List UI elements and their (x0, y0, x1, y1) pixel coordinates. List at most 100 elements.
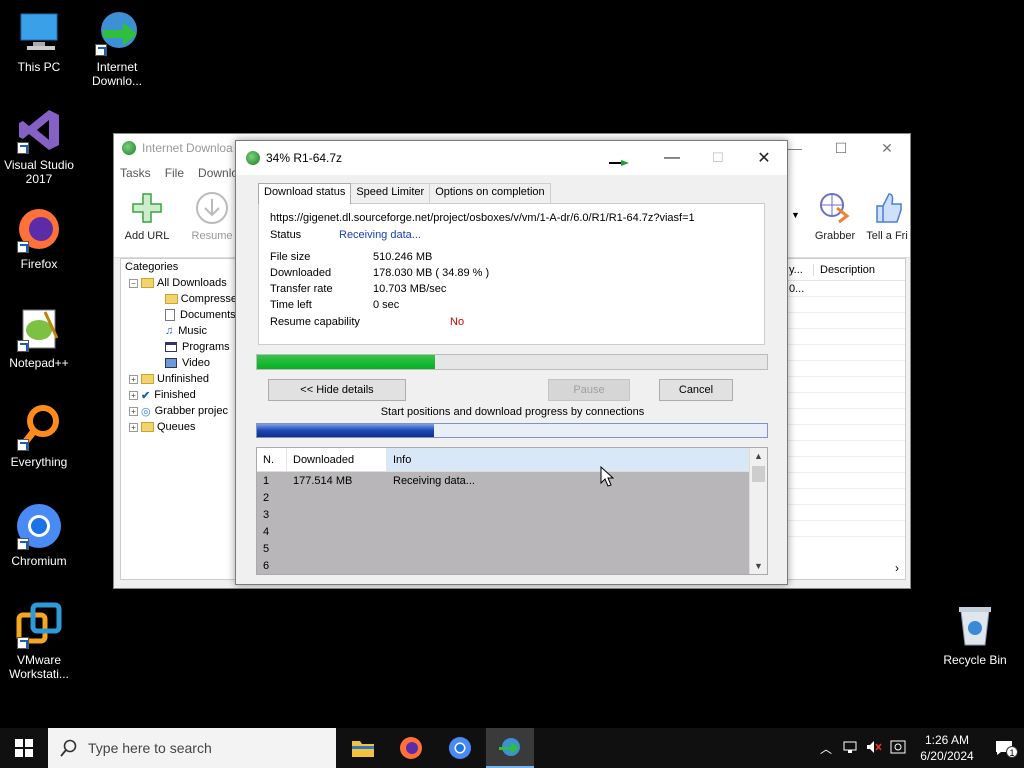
tab-speed-limiter[interactable]: Speed Limiter (350, 183, 431, 203)
close-button[interactable]: ✕ (864, 134, 910, 162)
category-documents[interactable]: Documents (121, 307, 237, 323)
taskbar-idm-active[interactable] (486, 728, 534, 768)
dialog-close-button[interactable]: ✕ (741, 141, 787, 175)
tab-options-on-completion[interactable]: Options on completion (429, 183, 551, 203)
taskbar-file-explorer[interactable] (339, 728, 387, 768)
category-queues[interactable]: + Queues (121, 419, 237, 435)
menu-downloads[interactable]: Downlo (198, 166, 238, 180)
table-row[interactable]: 5 (257, 540, 749, 557)
volume-muted-icon[interactable] (866, 740, 882, 757)
folder-icon (165, 294, 178, 304)
download-list-panel: y... Description 0... › (784, 258, 906, 580)
mouse-cursor-icon (600, 465, 615, 491)
category-unfinished[interactable]: + Unfinished (121, 371, 237, 387)
column-header-info[interactable]: Info (387, 448, 749, 471)
firefox-icon (400, 737, 422, 759)
desktop-icon-notepad-plus-plus[interactable]: Notepad++ (0, 304, 79, 370)
desktop-icon-label: This PC (17, 60, 61, 74)
transfer-rate-value: 10.703 MB/sec (373, 283, 447, 295)
desktop-icon-firefox[interactable]: Firefox (0, 205, 79, 271)
tab-download-status[interactable]: Download status (258, 183, 352, 204)
menu-file[interactable]: File (165, 166, 184, 180)
connections-progress-bar (256, 423, 768, 438)
vmware-icon (15, 601, 63, 649)
category-finished[interactable]: + ✔ Finished (121, 387, 237, 403)
scroll-down-arrow-icon[interactable]: ▼ (750, 558, 767, 574)
time-left-row: Time left 0 sec (270, 299, 399, 311)
shortcut-arrow-icon (17, 142, 29, 154)
dialog-tabs: Download status Speed Limiter Options on… (258, 183, 551, 204)
grabber-button[interactable]: Grabber (802, 190, 868, 242)
table-row[interactable]: 2 (257, 489, 749, 506)
chromium-icon (15, 502, 63, 550)
cancel-button[interactable]: Cancel (659, 379, 733, 401)
notification-center-icon[interactable]: 1 (984, 740, 1024, 758)
table-row[interactable]: 4 (257, 523, 749, 540)
resume-download-icon (194, 190, 230, 226)
row-number: 6 (263, 559, 270, 572)
network-icon[interactable] (842, 740, 858, 757)
horizontal-scroll-right-arrow-icon[interactable]: › (895, 561, 899, 575)
table-row[interactable]: 1 177.514 MB Receiving data... (257, 472, 749, 489)
maximize-button[interactable]: ☐ (818, 134, 864, 162)
desktop-icon-label: Firefox (20, 257, 58, 271)
dialog-minimize-button[interactable]: — (649, 141, 695, 175)
video-film-icon (165, 358, 177, 368)
start-button[interactable] (0, 728, 48, 768)
table-row[interactable]: 3 (257, 506, 749, 523)
column-header-number[interactable]: N. (257, 448, 287, 471)
resume-capability-value: No (450, 316, 465, 328)
list-header-description[interactable]: Description (813, 263, 875, 276)
desktop-icon-this-pc[interactable]: This PC (0, 8, 79, 74)
categories-title: Categories (125, 261, 179, 273)
desktop-icon-visual-studio[interactable]: Visual Studio 2017 (0, 106, 79, 186)
list-item[interactable]: 0... (785, 281, 905, 297)
category-programs[interactable]: Programs (121, 339, 237, 355)
dialog-title: 34% R1-64.7z (266, 151, 343, 165)
row-downloaded: 177.514 MB (293, 474, 353, 487)
category-music[interactable]: ♫ Music (121, 323, 237, 339)
desktop-icon-chromium[interactable]: Chromium (0, 502, 79, 568)
vertical-scrollbar[interactable]: ▲ ▼ (749, 448, 767, 574)
desktop-icon-recycle-bin[interactable]: Recycle Bin (935, 601, 1015, 667)
desktop-icon-label: Recycle Bin (943, 653, 1007, 667)
category-compressed[interactable]: Compresse (121, 291, 237, 307)
windows-logo-icon (15, 739, 33, 757)
taskbar-clock[interactable]: 1:26 AM 6/20/2024 (910, 732, 984, 764)
tell-a-friend-button[interactable]: Tell a Fri (862, 190, 912, 242)
column-header-downloaded[interactable]: Downloaded (287, 448, 387, 471)
idm-app-icon (122, 141, 136, 155)
status-row: Status Receiving data... (270, 229, 421, 241)
time-left-value: 0 sec (373, 299, 400, 311)
pause-button[interactable]: Pause (548, 379, 630, 401)
status-value: Receiving data... (339, 229, 421, 241)
desktop-icon-everything[interactable]: Everything (0, 403, 79, 469)
desktop-icon-internet-download-manager[interactable]: Internet Downlo... (77, 8, 157, 88)
taskbar-chromium[interactable] (436, 728, 484, 768)
hide-details-button[interactable]: << Hide details (268, 379, 406, 401)
computer-icon (15, 8, 63, 56)
taskbar-search-box[interactable]: Type here to search (48, 728, 336, 768)
taskbar-firefox[interactable] (387, 728, 435, 768)
recycle-bin-icon (951, 601, 999, 649)
category-all-downloads[interactable]: − All Downloads (121, 275, 237, 291)
table-row[interactable]: 6 (257, 557, 749, 574)
scroll-thumb[interactable] (752, 466, 765, 482)
scroll-up-arrow-icon[interactable]: ▲ (750, 448, 767, 464)
add-url-button[interactable]: Add URL (114, 190, 180, 242)
menu-tasks[interactable]: Tasks (120, 166, 151, 180)
toolbar-dropdown-arrow-icon[interactable]: ▼ (791, 210, 800, 220)
connections-table: N. Downloaded Info 1 177.514 MB Receivin… (256, 447, 768, 575)
file-size-label: File size (270, 251, 311, 263)
show-hidden-icons-chevron-icon[interactable]: ︿ (820, 740, 832, 757)
category-grabber-projects[interactable]: + ◎ Grabber projec (121, 403, 237, 419)
connections-table-header: N. Downloaded Info (257, 448, 749, 472)
desktop-icon-vmware[interactable]: VMware Workstati... (0, 601, 79, 681)
document-icon (165, 309, 175, 321)
notepad-plus-plus-icon (15, 304, 63, 352)
shortcut-arrow-icon (95, 44, 107, 56)
download-progress-dialog[interactable]: 34% R1-64.7z — ☐ ✕ Download status Speed… (235, 140, 788, 585)
list-header-col[interactable]: y... (785, 264, 813, 276)
ime-keyboard-icon[interactable] (890, 740, 906, 757)
category-video[interactable]: Video (121, 355, 237, 371)
